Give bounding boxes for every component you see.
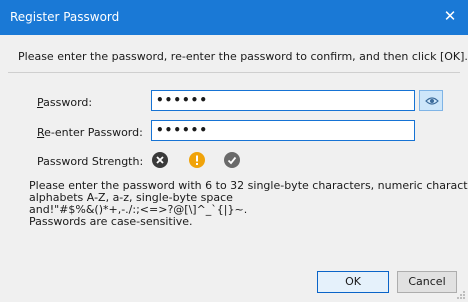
password-label: Password: bbox=[37, 96, 93, 109]
window-title: Register Password bbox=[10, 10, 120, 24]
ok-button[interactable]: OK bbox=[317, 271, 389, 293]
resize-grip-icon[interactable] bbox=[456, 290, 466, 300]
title-bar: Register Password ✕ bbox=[0, 0, 468, 35]
note-line: Passwords are case-sensitive. bbox=[29, 215, 193, 228]
reenter-password-field[interactable]: •••••• bbox=[151, 120, 415, 141]
separator bbox=[8, 72, 460, 73]
close-icon[interactable]: ✕ bbox=[441, 7, 459, 25]
reenter-password-label: Re-enter Password: bbox=[37, 126, 143, 139]
register-password-dialog: Register Password ✕ Please enter the pas… bbox=[0, 0, 468, 302]
eye-icon bbox=[425, 97, 439, 105]
password-rules-note: Please enter the password with 6 to 32 s… bbox=[29, 180, 468, 228]
instruction-text: Please enter the password, re-enter the … bbox=[18, 50, 468, 63]
password-strength-label: Password Strength: bbox=[37, 155, 144, 168]
error-icon bbox=[152, 152, 168, 168]
password-field[interactable]: •••••• bbox=[151, 90, 415, 111]
warning-icon bbox=[189, 152, 205, 168]
check-icon bbox=[224, 152, 240, 168]
cancel-button[interactable]: Cancel bbox=[397, 271, 457, 293]
show-password-button[interactable] bbox=[419, 90, 443, 111]
